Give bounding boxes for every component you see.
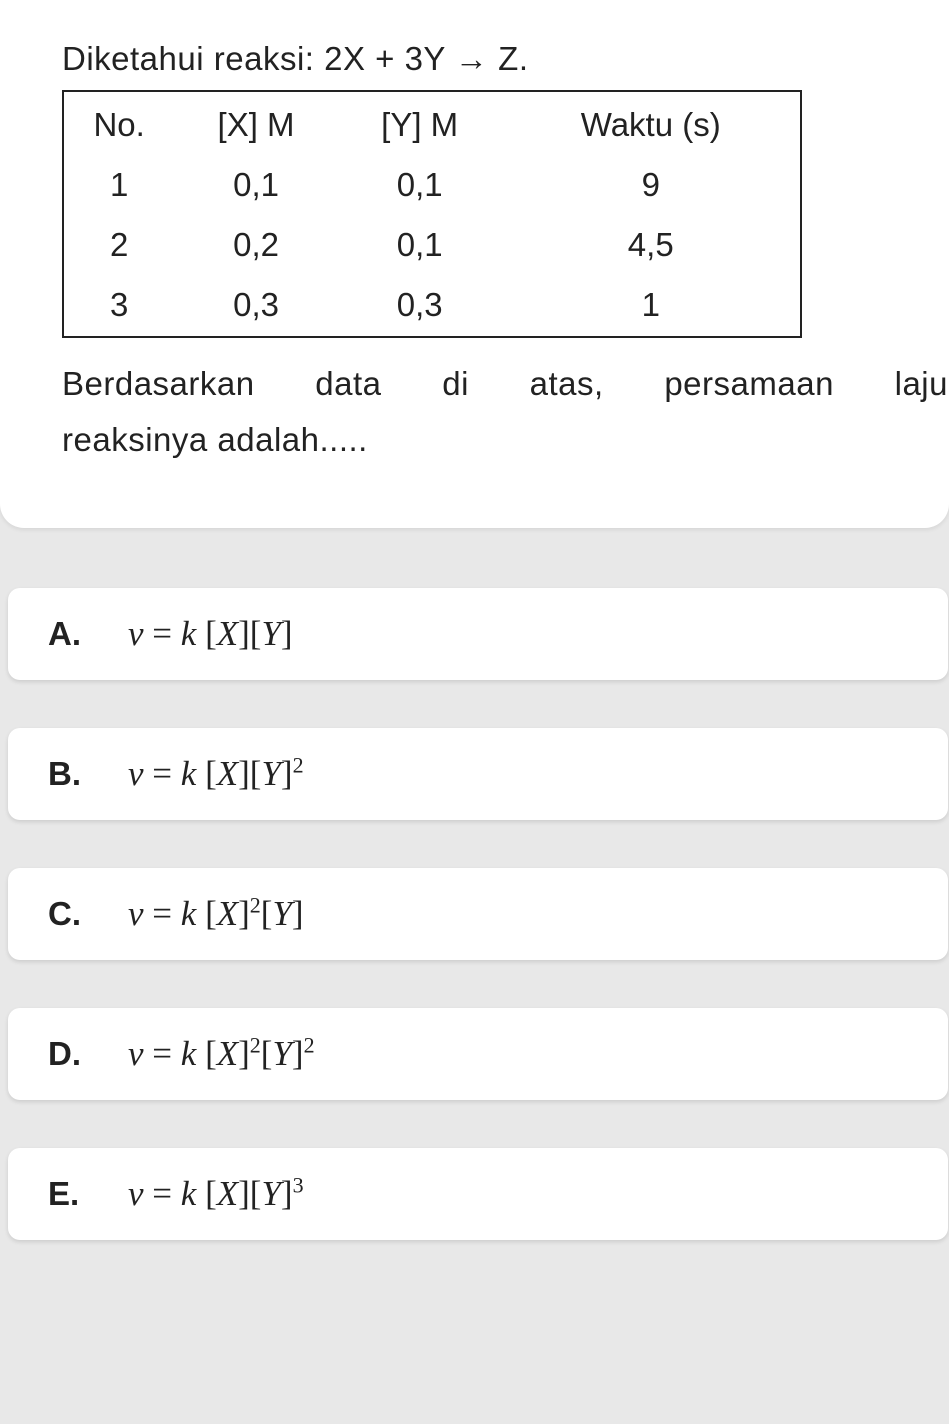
answer-label: C. bbox=[48, 895, 128, 933]
word: data bbox=[315, 356, 381, 412]
header-no: No. bbox=[63, 91, 174, 156]
data-table: No. [X] M [Y] M Waktu (s) 1 0,1 0,1 9 2 … bbox=[62, 90, 802, 338]
answer-formula: v = k [X]2[Y]2 bbox=[128, 1034, 315, 1074]
table-row: 3 0,3 0,3 1 bbox=[63, 276, 801, 337]
conclusion-line1: Berdasarkan data di atas, persamaan laju bbox=[62, 356, 948, 412]
table-row: 2 0,2 0,1 4,5 bbox=[63, 216, 801, 276]
header-x: [X] M bbox=[174, 91, 338, 156]
conclusion-line2: reaksinya adalah..... bbox=[62, 412, 948, 468]
cell: 3 bbox=[63, 276, 174, 337]
cell: 4,5 bbox=[501, 216, 801, 276]
header-y: [Y] M bbox=[338, 91, 502, 156]
conclusion-text: Berdasarkan data di atas, persamaan laju… bbox=[62, 356, 948, 468]
answer-formula: v = k [X][Y] bbox=[128, 614, 293, 654]
answer-label: B. bbox=[48, 755, 128, 793]
word: persamaan bbox=[664, 356, 834, 412]
answer-label: D. bbox=[48, 1035, 128, 1073]
word: laju bbox=[895, 356, 948, 412]
answer-option-e[interactable]: E. v = k [X][Y]3 bbox=[8, 1148, 948, 1240]
word: Berdasarkan bbox=[62, 356, 255, 412]
word: atas, bbox=[530, 356, 604, 412]
answer-option-d[interactable]: D. v = k [X]2[Y]2 bbox=[8, 1008, 948, 1100]
cell: 0,1 bbox=[174, 156, 338, 216]
table-row: 1 0,1 0,1 9 bbox=[63, 156, 801, 216]
word: di bbox=[442, 356, 469, 412]
cell: 0,3 bbox=[338, 276, 502, 337]
answer-formula: v = k [X][Y]3 bbox=[128, 1174, 304, 1214]
answer-formula: v = k [X][Y]2 bbox=[128, 754, 304, 794]
answer-label: E. bbox=[48, 1175, 128, 1213]
answer-option-a[interactable]: A. v = k [X][Y] bbox=[8, 588, 948, 680]
answer-option-b[interactable]: B. v = k [X][Y]2 bbox=[8, 728, 948, 820]
answer-label: A. bbox=[48, 615, 128, 653]
cell: 0,1 bbox=[338, 216, 502, 276]
reaction-text: Diketahui reaksi: 2X + 3Y → Z. bbox=[62, 40, 949, 78]
question-card: Diketahui reaksi: 2X + 3Y → Z. No. [X] M… bbox=[0, 0, 949, 528]
answer-formula: v = k [X]2[Y] bbox=[128, 894, 304, 934]
answer-option-c[interactable]: C. v = k [X]2[Y] bbox=[8, 868, 948, 960]
cell: 0,1 bbox=[338, 156, 502, 216]
cell: 1 bbox=[63, 156, 174, 216]
header-waktu: Waktu (s) bbox=[501, 91, 801, 156]
table-header-row: No. [X] M [Y] M Waktu (s) bbox=[63, 91, 801, 156]
cell: 0,2 bbox=[174, 216, 338, 276]
cell: 2 bbox=[63, 216, 174, 276]
cell: 0,3 bbox=[174, 276, 338, 337]
cell: 1 bbox=[501, 276, 801, 337]
table-body: 1 0,1 0,1 9 2 0,2 0,1 4,5 3 0,3 0,3 1 bbox=[63, 156, 801, 337]
cell: 9 bbox=[501, 156, 801, 216]
